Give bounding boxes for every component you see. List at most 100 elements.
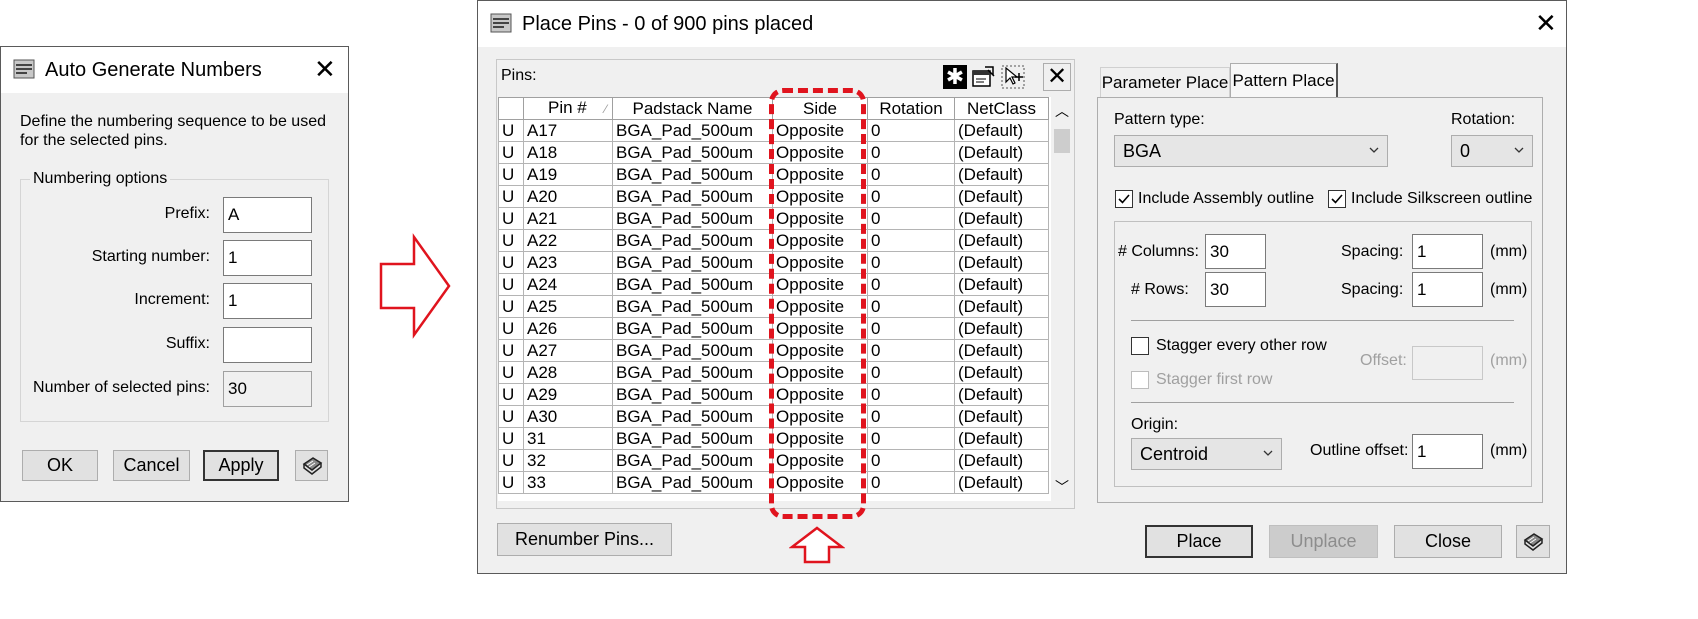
increment-input[interactable]: 1 [223, 283, 312, 319]
column-spacing-input[interactable]: 1 [1412, 234, 1483, 269]
suffix-input[interactable] [223, 327, 312, 363]
table-row[interactable]: U A30 BGA_Pad_500um Opposite 0 (Default) [498, 405, 1049, 428]
pin-status-cell: U [498, 295, 524, 318]
cancel-button[interactable]: Cancel [113, 450, 190, 481]
side-cell: Opposite [772, 207, 868, 230]
place-dialog-help-button[interactable] [1516, 525, 1550, 558]
renumber-pins-button[interactable]: Renumber Pins... [497, 523, 672, 556]
help-book-icon [302, 456, 322, 475]
stagger-first-row-label: Stagger first row [1156, 371, 1273, 388]
column-header-netclass[interactable]: NetClass [954, 97, 1049, 120]
select-all-button[interactable]: ✱ [943, 65, 967, 89]
rotation-cell: 0 [867, 251, 955, 274]
padstack-name-cell: BGA_Pad_500um [612, 449, 773, 472]
table-row[interactable]: U A17 BGA_Pad_500um Opposite 0 (Default) [498, 119, 1049, 142]
column-header-side[interactable]: Side [772, 97, 868, 120]
table-row[interactable]: U A25 BGA_Pad_500um Opposite 0 (Default) [498, 295, 1049, 318]
pick-pin-icon[interactable] [1001, 65, 1027, 89]
pattern-type-dropdown[interactable]: BGA [1114, 135, 1388, 167]
pin-status-cell: U [498, 317, 524, 340]
pin-number-cell: A24 [523, 273, 613, 296]
padstack-name-cell: BGA_Pad_500um [612, 427, 773, 450]
table-row[interactable]: U A24 BGA_Pad_500um Opposite 0 (Default) [498, 273, 1049, 296]
columns-input[interactable]: 30 [1205, 234, 1266, 269]
table-row[interactable]: U A26 BGA_Pad_500um Opposite 0 (Default) [498, 317, 1049, 340]
place-dialog-title: Place Pins - 0 of 900 pins placed [522, 13, 814, 35]
close-button[interactable]: Close [1394, 525, 1502, 558]
table-row[interactable]: U A23 BGA_Pad_500um Opposite 0 (Default) [498, 251, 1049, 274]
table-row[interactable]: U 33 BGA_Pad_500um Opposite 0 (Default) [498, 471, 1049, 494]
rotation-cell: 0 [867, 427, 955, 450]
table-row[interactable]: U A21 BGA_Pad_500um Opposite 0 (Default) [498, 207, 1049, 230]
side-cell: Opposite [772, 251, 868, 274]
auto-dialog-help-button[interactable] [295, 450, 328, 481]
column-header-rotation[interactable]: Rotation [867, 97, 955, 120]
pins-table-header: Pin # ⁄ Padstack Name Side Rotation NetCl… [498, 97, 1049, 120]
rotation-cell: 0 [867, 383, 955, 406]
checkmark-icon [1118, 194, 1130, 204]
table-row[interactable]: U A18 BGA_Pad_500um Opposite 0 (Default) [498, 141, 1049, 164]
netclass-cell: (Default) [954, 207, 1049, 230]
selected-pins-label: Number of selected pins: [33, 379, 210, 396]
offset-input[interactable] [1412, 346, 1483, 380]
place-button[interactable]: Place [1145, 525, 1253, 558]
table-row[interactable]: U A19 BGA_Pad_500um Opposite 0 (Default) [498, 163, 1049, 186]
padstack-name-cell: BGA_Pad_500um [612, 119, 773, 142]
include-assembly-checkbox[interactable] [1115, 190, 1133, 208]
starting-number-input[interactable]: 1 [223, 240, 312, 276]
chevron-down-icon [1514, 147, 1524, 153]
scroll-up-icon[interactable]: ︿ [1051, 101, 1073, 121]
auto-dialog-description-1: Define the numbering sequence to be used [20, 113, 326, 130]
include-silkscreen-checkbox[interactable] [1328, 190, 1346, 208]
delete-pins-button[interactable]: ✕ [1043, 63, 1071, 91]
pin-number-cell: A17 [523, 119, 613, 142]
scroll-down-icon[interactable]: ﹀ [1051, 477, 1073, 497]
place-dialog-titlebar: Place Pins - 0 of 900 pins placed ✕ [478, 1, 1566, 47]
scroll-thumb[interactable] [1054, 129, 1070, 153]
netclass-cell: (Default) [954, 449, 1049, 472]
tab-parameter-place[interactable]: Parameter Place [1100, 67, 1230, 97]
outline-offset-label: Outline offset: [1310, 442, 1409, 459]
origin-dropdown[interactable]: Centroid [1131, 438, 1282, 470]
auto-generate-numbers-dialog: Auto Generate Numbers ✕ Define the numbe… [0, 46, 349, 502]
pin-status-cell: U [498, 427, 524, 450]
table-row[interactable]: U A27 BGA_Pad_500um Opposite 0 (Default) [498, 339, 1049, 362]
place-dialog-close-icon[interactable]: ✕ [1535, 10, 1557, 36]
netclass-cell: (Default) [954, 119, 1049, 142]
unplace-button[interactable]: Unplace [1269, 525, 1378, 558]
column-header-padstack[interactable]: Padstack Name [612, 97, 773, 120]
outline-offset-input[interactable]: 1 [1412, 434, 1483, 469]
stagger-every-other-row-checkbox[interactable] [1131, 337, 1149, 355]
netclass-cell: (Default) [954, 185, 1049, 208]
pins-table-scrollbar[interactable]: ︿ ﹀ [1051, 97, 1073, 501]
outline-offset-value: 1 [1417, 442, 1427, 461]
auto-dialog-description-2: for the selected pins. [20, 132, 168, 149]
table-row[interactable]: U A29 BGA_Pad_500um Opposite 0 (Default) [498, 383, 1049, 406]
column-spacing-value: 1 [1417, 242, 1427, 261]
table-row[interactable]: U A20 BGA_Pad_500um Opposite 0 (Default) [498, 185, 1049, 208]
properties-icon[interactable] [971, 65, 997, 89]
rotation-dropdown[interactable]: 0 [1451, 135, 1533, 167]
row-spacing-input[interactable]: 1 [1412, 272, 1483, 307]
table-row[interactable]: U A22 BGA_Pad_500um Opposite 0 (Default) [498, 229, 1049, 252]
rows-input[interactable]: 30 [1205, 272, 1266, 307]
padstack-name-cell: BGA_Pad_500um [612, 273, 773, 296]
table-row[interactable]: U A28 BGA_Pad_500um Opposite 0 (Default) [498, 361, 1049, 384]
side-cell: Opposite [772, 339, 868, 362]
prefix-input[interactable]: A [223, 197, 312, 233]
side-cell: Opposite [772, 361, 868, 384]
auto-dialog-close-icon[interactable]: ✕ [314, 56, 336, 82]
pin-number-cell: A21 [523, 207, 613, 230]
divider [1131, 402, 1514, 403]
apply-button[interactable]: Apply [203, 450, 279, 481]
increment-label: Increment: [134, 291, 210, 308]
tab-pattern-place[interactable]: Pattern Place [1230, 63, 1338, 98]
table-row[interactable]: U 32 BGA_Pad_500um Opposite 0 (Default) [498, 449, 1049, 472]
table-row[interactable]: U 31 BGA_Pad_500um Opposite 0 (Default) [498, 427, 1049, 450]
pointer-arrow-up-icon [789, 526, 845, 564]
ok-button[interactable]: OK [22, 450, 98, 481]
stagger-first-row-checkbox[interactable] [1131, 371, 1149, 389]
increment-value: 1 [228, 291, 238, 310]
pin-status-cell: U [498, 273, 524, 296]
column-header-pin-number[interactable]: Pin # ⁄ [523, 97, 613, 120]
